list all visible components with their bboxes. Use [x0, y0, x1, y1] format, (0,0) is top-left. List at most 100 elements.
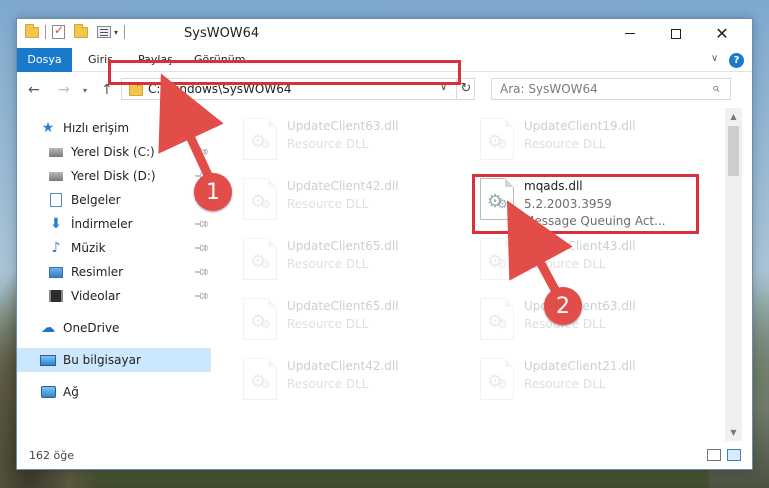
sidebar-item-label: Hızlı erişim	[63, 121, 130, 135]
close-button[interactable]: ✕	[699, 19, 745, 48]
recent-locations-dropdown[interactable]: ▾	[83, 86, 87, 95]
scroll-up-icon[interactable]: ▲	[725, 108, 742, 125]
folder-icon	[129, 82, 143, 96]
dll-file-icon: ⚙ ⚙	[243, 358, 277, 400]
file-type: Resource DLL	[287, 137, 369, 151]
file-name: UpdateClient63.dll	[287, 119, 399, 133]
sidebar-item-quick-access[interactable]: ★ Hızlı erişim	[17, 116, 211, 140]
dll-file-icon: ⚙ ⚙	[243, 118, 277, 160]
file-type: Resource DLL	[287, 257, 369, 271]
navigation-pane: ★ Hızlı erişim Yerel Disk (C:) 📌︎ Yerel …	[17, 108, 211, 443]
file-name: UpdateClient42.dll	[287, 179, 399, 193]
sidebar-item-label: Resimler	[71, 265, 124, 279]
sidebar-item-label: Yerel Disk (C:)	[71, 145, 155, 159]
music-icon: ♪	[51, 240, 61, 256]
back-button[interactable]: ←	[28, 82, 40, 98]
maximize-button[interactable]	[653, 19, 699, 48]
scroll-thumb[interactable]	[728, 126, 739, 176]
new-folder-icon[interactable]	[74, 23, 88, 38]
search-input[interactable]: Ara: SysWOW64 ⌕	[491, 78, 731, 100]
file-name: UpdateClient21.dll	[524, 359, 636, 373]
videos-icon	[47, 288, 65, 304]
sidebar-item-label: Videolar	[71, 289, 121, 303]
file-item[interactable]: ⚙ ⚙ UpdateClient43.dll Resource DLL	[474, 236, 704, 286]
expand-ribbon-chevron-icon[interactable]: ∨	[711, 53, 718, 64]
sidebar-item-local-disk-d[interactable]: Yerel Disk (D:) 📌︎	[17, 164, 211, 188]
step-2-badge: 2	[544, 287, 582, 325]
dll-file-icon: ⚙ ⚙	[243, 238, 277, 280]
pin-icon: 📌︎	[192, 239, 210, 257]
dll-file-icon: ⚙ ⚙	[243, 178, 277, 220]
file-type: Resource DLL	[287, 197, 369, 211]
pin-icon: 📌︎	[192, 287, 210, 305]
sidebar-item-videos[interactable]: Videolar 📌︎	[17, 284, 211, 308]
file-item[interactable]: ⚙ ⚙ UpdateClient42.dll Resource DLL	[237, 176, 467, 226]
documents-icon	[47, 192, 65, 208]
tab-file[interactable]: Dosya	[17, 48, 72, 72]
customize-toolbar-dropdown-icon[interactable]: ▾	[114, 28, 118, 37]
sidebar-item-documents[interactable]: Belgeler 📌︎	[17, 188, 211, 212]
pin-icon: 📌︎	[192, 263, 210, 281]
quick-access-toolbar: ▾	[25, 23, 131, 39]
drive-icon	[47, 168, 65, 184]
file-name: UpdateClient43.dll	[524, 239, 636, 253]
help-icon[interactable]: ?	[729, 53, 744, 68]
file-type: Resource DLL	[524, 377, 606, 391]
sidebar-item-downloads[interactable]: ⬇ İndirmeler 📌︎	[17, 212, 211, 236]
file-type: Resource DLL	[287, 317, 369, 331]
forward-button[interactable]: →	[58, 82, 70, 98]
file-name: UpdateClient65.dll	[287, 239, 399, 253]
pin-icon: 📌︎	[192, 215, 210, 233]
file-item[interactable]: ⚙ ⚙ UpdateClient65.dll Resource DLL	[237, 296, 467, 346]
close-icon: ✕	[715, 24, 729, 43]
scroll-down-icon[interactable]: ▼	[725, 424, 742, 441]
sidebar-item-label: Yerel Disk (D:)	[71, 169, 156, 183]
sidebar-item-label: OneDrive	[63, 321, 120, 335]
address-bar-highlight	[108, 60, 461, 85]
status-bar: 162 öğe	[17, 443, 752, 469]
sidebar-item-label: Belgeler	[71, 193, 121, 207]
large-icons-view-icon[interactable]	[727, 449, 741, 461]
file-item[interactable]: ⚙ ⚙ UpdateClient19.dll Resource DLL	[474, 116, 704, 166]
dll-file-icon: ⚙ ⚙	[243, 298, 277, 340]
drive-icon	[47, 144, 65, 160]
dll-file-icon: ⚙ ⚙	[480, 238, 514, 280]
details-view-icon[interactable]	[707, 449, 721, 461]
properties-icon[interactable]	[97, 26, 111, 38]
pictures-icon	[47, 264, 65, 280]
title-bar: ▾ SysWOW64 ✕	[17, 19, 752, 48]
minimize-icon	[625, 33, 635, 34]
divider	[45, 25, 46, 39]
pin-icon: 📌︎	[192, 143, 210, 161]
dll-file-icon: ⚙ ⚙	[480, 298, 514, 340]
sidebar-item-local-disk-c[interactable]: Yerel Disk (C:) 📌︎	[17, 140, 211, 164]
sidebar-item-onedrive[interactable]: ☁ OneDrive	[17, 316, 211, 340]
sidebar-item-label: İndirmeler	[71, 217, 133, 231]
vertical-scrollbar[interactable]: ▲ ▼	[725, 108, 742, 441]
search-placeholder: Ara: SysWOW64	[500, 82, 598, 96]
minimize-button[interactable]	[607, 19, 653, 48]
properties-check-icon[interactable]	[52, 23, 65, 39]
search-icon[interactable]: ⌕	[712, 81, 719, 96]
step-1-badge: 1	[194, 173, 232, 211]
maximize-icon	[671, 28, 681, 39]
file-item[interactable]: ⚙⚙ UpdateClient63.dll Resource DLL	[474, 296, 704, 346]
sidebar-item-network[interactable]: Ağ	[17, 380, 211, 404]
file-item[interactable]: ⚙⚙ UpdateClient63.dll Resource DLL	[237, 116, 467, 166]
sidebar-item-label: Bu bilgisayar	[63, 353, 141, 367]
sidebar-item-label: Müzik	[71, 241, 106, 255]
file-item[interactable]: ⚙ ⚙ UpdateClient42.dll Resource DLL	[237, 356, 467, 406]
network-icon	[39, 384, 57, 400]
sidebar-item-music[interactable]: ♪ Müzik 📌︎	[17, 236, 211, 260]
explorer-window: ▾ SysWOW64 ✕ Dosya Giriş Paylaş Görünüm …	[16, 18, 753, 470]
file-item[interactable]: ⚙ ⚙ UpdateClient65.dll Resource DLL	[237, 236, 467, 286]
sidebar-item-this-pc[interactable]: Bu bilgisayar	[17, 348, 211, 372]
download-icon: ⬇	[50, 216, 62, 232]
dll-file-icon: ⚙ ⚙	[480, 118, 514, 160]
file-item[interactable]: ⚙ ⚙ UpdateClient21.dll Resource DLL	[474, 356, 704, 406]
sidebar-item-pictures[interactable]: Resimler 📌︎	[17, 260, 211, 284]
divider	[124, 25, 126, 39]
file-type: Resource DLL	[287, 377, 369, 391]
folder-icon	[25, 23, 39, 38]
